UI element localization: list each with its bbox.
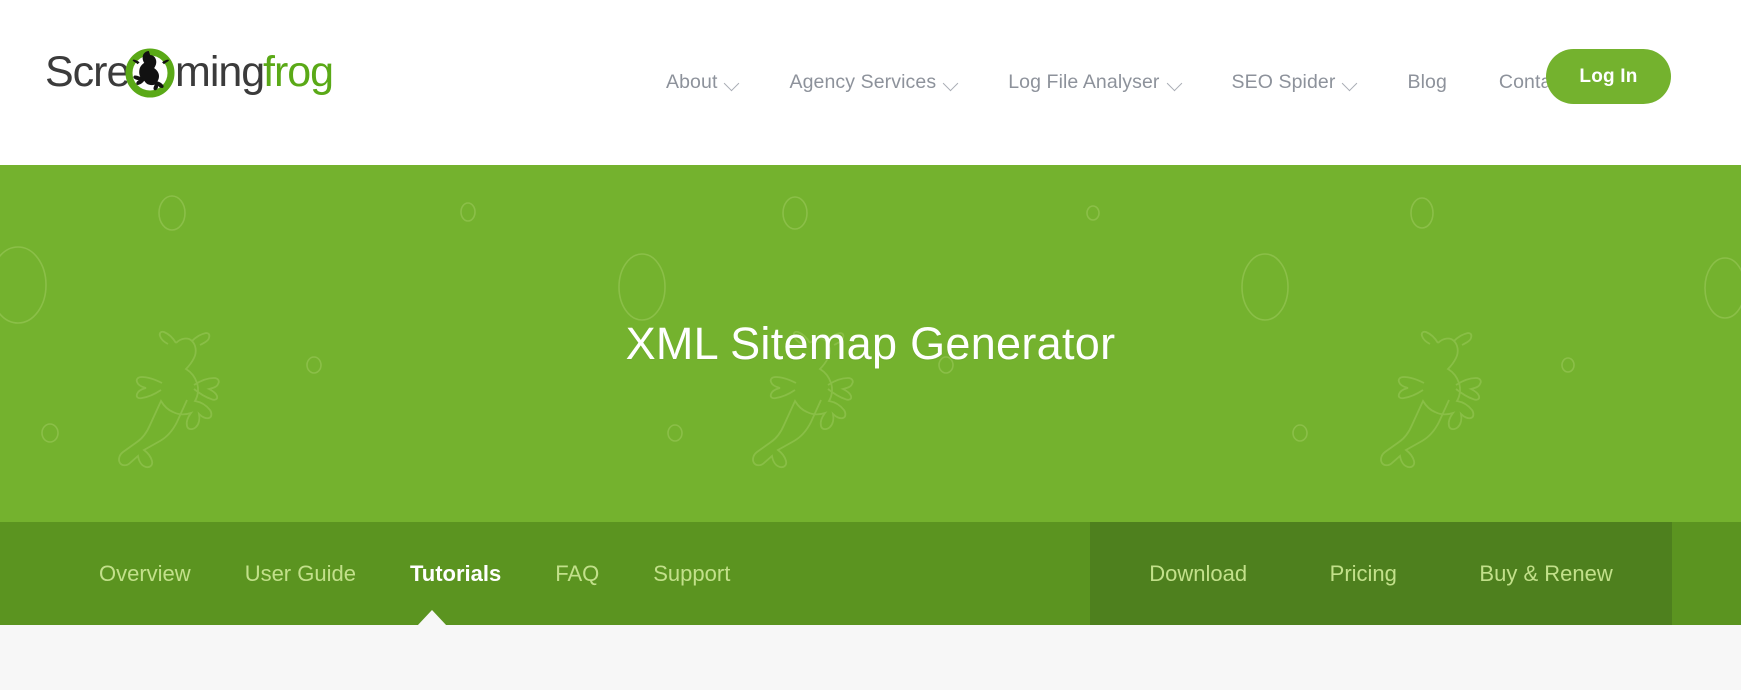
nav-item-log-file-analyser[interactable]: Log File Analyser bbox=[982, 70, 1205, 93]
chevron-down-icon bbox=[942, 75, 959, 92]
nav-label: Agency Services bbox=[789, 70, 937, 93]
tab-user-guide[interactable]: User Guide bbox=[218, 562, 383, 585]
site-header: Scre ming frog About Agency Services Log… bbox=[0, 0, 1741, 165]
nav-label: SEO Spider bbox=[1231, 70, 1336, 93]
subnav-actions: Download Pricing Buy & Renew bbox=[1090, 522, 1672, 625]
tab-support[interactable]: Support bbox=[626, 562, 757, 585]
action-pricing[interactable]: Pricing bbox=[1330, 562, 1397, 585]
subnav-tabs: Overview User Guide Tutorials FAQ Suppor… bbox=[0, 522, 757, 625]
active-tab-pointer-icon bbox=[417, 610, 447, 626]
tab-tutorials[interactable]: Tutorials bbox=[383, 562, 528, 585]
primary-navigation: About Agency Services Log File Analyser … bbox=[640, 0, 1593, 165]
page-title: XML Sitemap Generator bbox=[625, 317, 1116, 369]
action-buy-renew[interactable]: Buy & Renew bbox=[1479, 562, 1612, 585]
nav-item-about[interactable]: About bbox=[640, 70, 763, 93]
action-download[interactable]: Download bbox=[1149, 562, 1247, 585]
chevron-down-icon bbox=[1342, 75, 1358, 92]
site-logo[interactable]: Scre ming frog bbox=[45, 48, 365, 100]
hero-banner: XML Sitemap Generator bbox=[0, 165, 1741, 522]
tab-faq[interactable]: FAQ bbox=[528, 562, 626, 585]
svg-text:Scre: Scre bbox=[45, 48, 129, 96]
nav-label: Blog bbox=[1407, 70, 1447, 93]
nav-item-seo-spider[interactable]: SEO Spider bbox=[1206, 70, 1382, 93]
product-subnav: Overview User Guide Tutorials FAQ Suppor… bbox=[0, 522, 1741, 625]
page-root: Scre ming frog About Agency Services Log… bbox=[0, 0, 1741, 690]
nav-label: About bbox=[666, 70, 718, 93]
svg-text:ming: ming bbox=[175, 48, 264, 96]
nav-item-agency-services[interactable]: Agency Services bbox=[763, 70, 982, 93]
chevron-down-icon bbox=[1166, 75, 1182, 92]
chevron-down-icon bbox=[724, 75, 740, 92]
page-content-area bbox=[0, 625, 1741, 690]
screamingfrog-logo-icon: Scre ming frog bbox=[45, 48, 334, 98]
tab-overview[interactable]: Overview bbox=[72, 562, 218, 585]
nav-label: Log File Analyser bbox=[1008, 70, 1160, 93]
svg-text:frog: frog bbox=[263, 48, 333, 96]
login-button[interactable]: Log In bbox=[1546, 49, 1671, 104]
nav-item-blog[interactable]: Blog bbox=[1381, 70, 1472, 93]
